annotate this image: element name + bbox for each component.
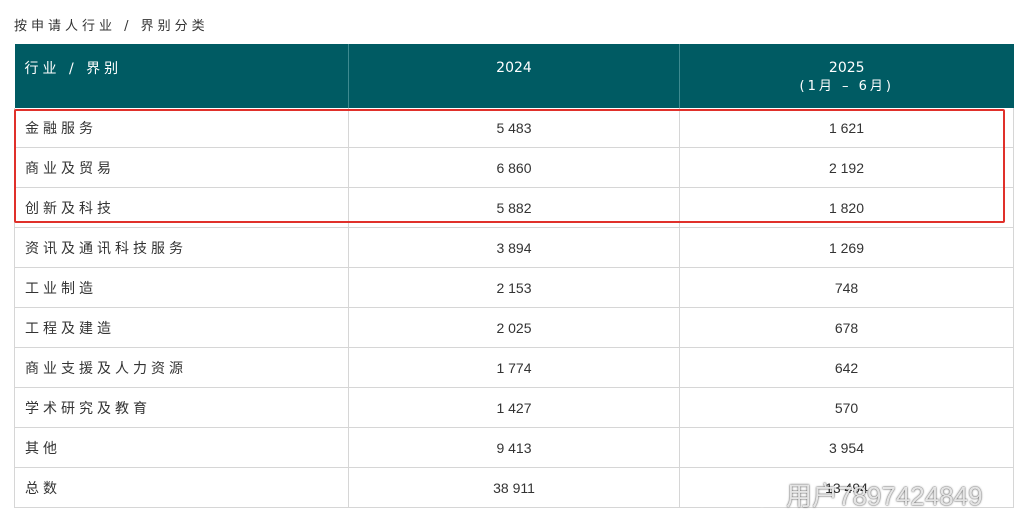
table-row: 工程及建造 2 025 678 — [14, 307, 1014, 348]
row-category: 工程及建造 — [14, 307, 349, 348]
table-row: 其他 9 413 3 954 — [14, 427, 1014, 468]
row-category: 工业制造 — [14, 267, 349, 308]
header-2024-label: 2024 — [496, 60, 532, 76]
row-category: 商业及贸易 — [14, 147, 349, 188]
row-value-2024: 2 153 — [348, 267, 680, 308]
row-value-2024: 3 894 — [348, 227, 680, 268]
row-value-2024: 5 882 — [348, 187, 680, 228]
row-value-2025: 1 820 — [679, 187, 1014, 228]
row-category: 资讯及通讯科技服务 — [14, 227, 349, 268]
row-value-2024: 5 483 — [348, 108, 680, 148]
row-category: 其他 — [14, 427, 349, 468]
header-2025: 2025 (1月 – 6月) — [679, 44, 1014, 108]
table-row: 商业支援及人力资源 1 774 642 — [14, 347, 1014, 388]
row-category: 创新及科技 — [14, 187, 349, 228]
table-row: 资讯及通讯科技服务 3 894 1 269 — [14, 227, 1014, 268]
row-category: 学术研究及教育 — [14, 387, 349, 428]
table-header-row: 行业 / 界别 2024 2025 (1月 – 6月) — [14, 44, 1014, 108]
row-value-2024: 2 025 — [348, 307, 680, 348]
table-row: 金融服务 5 483 1 621 — [14, 108, 1014, 148]
row-value-2025: 2 192 — [679, 147, 1014, 188]
table-row: 工业制造 2 153 748 — [14, 267, 1014, 308]
table-row: 学术研究及教育 1 427 570 — [14, 387, 1014, 428]
row-category: 商业支援及人力资源 — [14, 347, 349, 388]
row-value-2024: 1 427 — [348, 387, 680, 428]
header-category: 行业 / 界别 — [14, 44, 349, 108]
row-value-2025: 570 — [679, 387, 1014, 428]
table-row: 创新及科技 5 882 1 820 — [14, 187, 1014, 228]
row-value-2025: 1 621 — [679, 108, 1014, 148]
row-value-2025: 642 — [679, 347, 1014, 388]
row-category: 金融服务 — [14, 108, 349, 148]
table-row: 商业及贸易 6 860 2 192 — [14, 147, 1014, 188]
row-value-2025: 1 269 — [679, 227, 1014, 268]
header-category-label: 行业 / 界别 — [24, 61, 123, 77]
row-value-2024: 38 911 — [348, 467, 680, 508]
header-2025-label: 2025 — [828, 60, 865, 76]
header-2024: 2024 — [348, 44, 680, 108]
row-value-2025: 748 — [679, 267, 1014, 308]
table-caption: 按申请人行业 / 界别分类 — [14, 19, 209, 34]
row-value-2025: 3 954 — [679, 427, 1014, 468]
watermark: 用户7897424849 — [748, 476, 983, 513]
watermark-text: 用户7897424849 — [786, 481, 983, 511]
weibo-logo-icon — [748, 483, 780, 507]
row-value-2024: 9 413 — [348, 427, 680, 468]
row-value-2024: 1 774 — [348, 347, 680, 388]
row-category: 总数 — [14, 467, 349, 508]
applications-table: 行业 / 界别 2024 2025 (1月 – 6月) 金融服务 5 483 1… — [14, 44, 1014, 508]
row-value-2024: 6 860 — [348, 147, 680, 188]
header-2025-period: (1月 – 6月) — [799, 79, 894, 94]
row-value-2025: 678 — [679, 307, 1014, 348]
